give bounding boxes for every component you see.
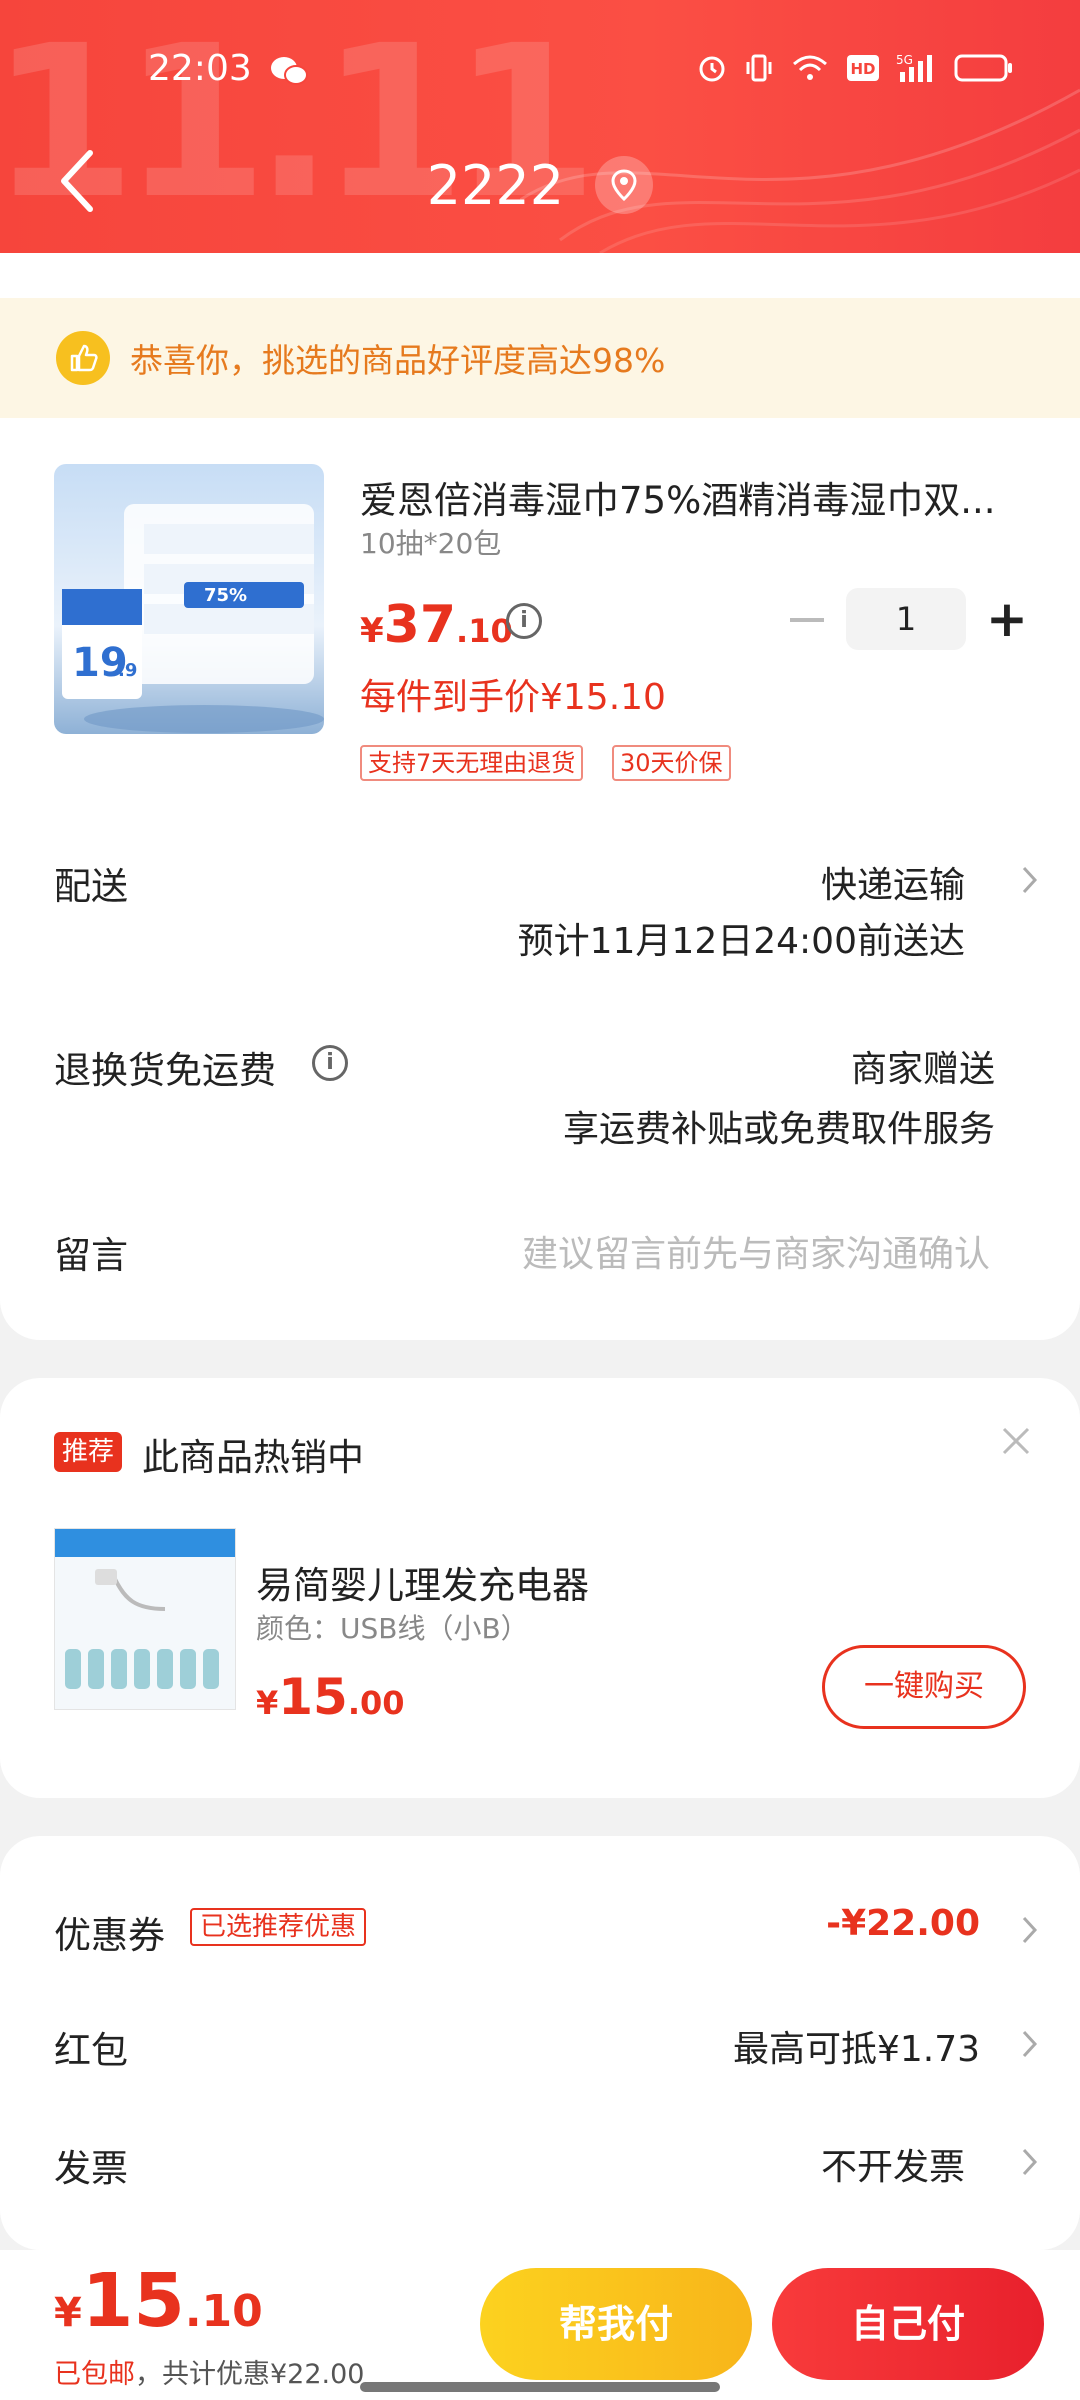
coupon-value[interactable]: -¥22.00 — [826, 1903, 980, 1944]
product-image[interactable]: 75% 19 .9 — [54, 464, 324, 734]
alarm-icon — [699, 56, 725, 82]
invoice-label: 发票 — [54, 2147, 128, 2190]
total-price-integer: 15 — [81, 2258, 185, 2344]
signal-5g-icon: 5G — [896, 53, 932, 82]
close-icon[interactable] — [1000, 1425, 1032, 1457]
status-time: 22:03 — [148, 48, 252, 89]
quantity-plus-button[interactable]: + — [986, 588, 1028, 650]
coupon-chevron-icon[interactable] — [1020, 1912, 1040, 1948]
rec-price-symbol: ¥ — [256, 1684, 279, 1722]
unit-price: 每件到手价¥15.10 — [360, 677, 666, 718]
image-percent-text: 75% — [204, 585, 247, 606]
message-input[interactable]: 建议留言前先与商家沟通确认 — [522, 1225, 990, 1277]
help-me-pay-button[interactable]: 帮我付 — [480, 2268, 752, 2380]
delivery-eta: 预计11月12日24:00前送达 — [517, 921, 965, 962]
hd-icon: HD — [847, 55, 879, 81]
header: 11.11 22:03 HD 5G 2222 — [0, 0, 1080, 253]
one-click-buy-button[interactable]: 一键购买 — [822, 1645, 1026, 1729]
svg-text:5G: 5G — [896, 53, 913, 67]
congrats-text: 恭喜你，挑选的商品好评度高达98% — [130, 341, 666, 380]
total-price: ¥15.10 — [54, 2258, 263, 2344]
recommend-product-name[interactable]: 易简婴儿理发充电器 — [256, 1555, 589, 1609]
product-title[interactable]: 爱恩倍消毒湿巾75%酒精消毒湿巾双... — [360, 470, 1020, 524]
rec-price-decimal: .00 — [347, 1684, 405, 1722]
delivery-chevron-icon[interactable] — [1020, 862, 1040, 898]
red-packet-value[interactable]: 最高可抵¥1.73 — [733, 2020, 980, 2072]
product-price: ¥37.10 — [360, 595, 513, 655]
image-price-dec-text: .9 — [118, 660, 137, 681]
return-fee-desc: 享运费补贴或免费取件服务 — [562, 1109, 995, 1150]
invoice-chevron-icon[interactable] — [1020, 2144, 1040, 2180]
total-price-decimal: .10 — [184, 2286, 263, 2337]
invoice-value[interactable]: 不开发票 — [821, 2138, 965, 2190]
location-icon — [595, 156, 654, 215]
congrats-banner: 恭喜你，挑选的商品好评度高达98% — [0, 298, 1080, 418]
vibrate-icon — [746, 54, 772, 82]
free-shipping-text: 已包邮 — [54, 2359, 135, 2390]
recommend-product-image[interactable] — [54, 1528, 236, 1710]
quantity-minus-button[interactable] — [790, 618, 824, 622]
battery-icon — [954, 54, 1012, 82]
red-packet-chevron-icon[interactable] — [1020, 2026, 1040, 2062]
thumbs-up-icon — [56, 331, 110, 385]
price-integer: 37 — [383, 595, 457, 655]
product-spec[interactable]: 10抽*20包 — [360, 522, 501, 562]
red-packet-label: 红包 — [54, 2029, 128, 2072]
pay-myself-button[interactable]: 自己付 — [772, 2268, 1044, 2380]
return-fee-info-icon[interactable]: i — [312, 1045, 348, 1081]
price-info-icon[interactable]: i — [506, 603, 542, 639]
delivery-label: 配送 — [54, 865, 128, 908]
return-fee-value: 商家赠送 — [850, 1049, 995, 1090]
recommend-badge: 推荐 — [54, 1432, 123, 1472]
status-icons: HD 5G — [696, 52, 1014, 84]
total-price-symbol: ¥ — [54, 2290, 82, 2336]
price-protect-tag: 30天价保 — [612, 745, 731, 781]
recommend-product-price: ¥15.00 — [256, 1668, 405, 1726]
delivery-method[interactable]: 快递运输 — [821, 856, 965, 908]
message-label: 留言 — [54, 1234, 128, 1277]
recommend-product-spec: 颜色：USB线（小B） — [256, 1612, 529, 1645]
coupon-label: 优惠券 — [54, 1914, 165, 1957]
return-fee-label: 退换货免运费 — [54, 1049, 276, 1092]
price-decimal: .10 — [456, 612, 513, 650]
recommend-title: 此商品热销中 — [142, 1436, 364, 1479]
quantity-input[interactable]: 1 — [846, 588, 966, 650]
wifi-icon — [793, 55, 827, 80]
coupon-recommended-tag: 已选推荐优惠 — [190, 1908, 367, 1946]
discount-total-text: ，共计优惠¥22.00 — [135, 2359, 365, 2390]
home-indicator[interactable] — [360, 2382, 720, 2392]
return-policy-tag: 支持7天无理由退货 — [360, 745, 584, 781]
address-title[interactable]: 2222 — [0, 150, 1080, 217]
rec-price-integer: 15 — [278, 1668, 348, 1726]
header-card-strip — [0, 253, 1080, 298]
price-symbol: ¥ — [360, 611, 384, 651]
shipping-discount-note: 已包邮，共计优惠¥22.00 — [54, 2352, 364, 2391]
address-text: 2222 — [426, 153, 565, 217]
wechat-icon — [271, 57, 308, 85]
svg-text:HD: HD — [850, 60, 875, 78]
